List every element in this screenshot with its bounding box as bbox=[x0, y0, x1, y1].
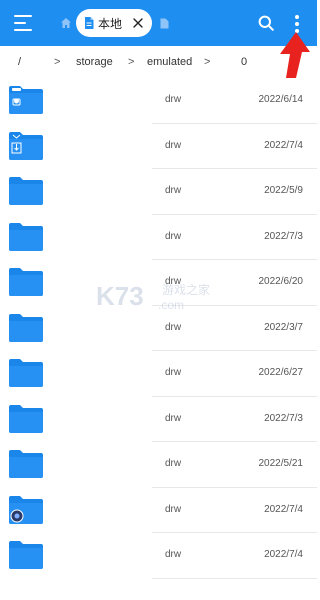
file-permission: drw bbox=[165, 185, 182, 196]
search-icon[interactable] bbox=[258, 15, 274, 31]
k73-logo: K73 游戏之家 .com bbox=[96, 281, 210, 312]
breadcrumb-current[interactable]: 0 bbox=[241, 56, 247, 68]
breadcrumb: / > storage > emulated > 0 bbox=[0, 46, 317, 78]
file-permission: drw bbox=[165, 367, 182, 378]
file-date: 2022/7/3 bbox=[264, 230, 303, 242]
breadcrumb-separator: > bbox=[204, 56, 211, 68]
file-row[interactable]: drw 2022/6/14 bbox=[0, 78, 317, 124]
file-permission: drw bbox=[165, 321, 182, 333]
file-row[interactable]: drw 2022/5/9 bbox=[0, 169, 317, 215]
folder-icon bbox=[9, 495, 43, 524]
folder-icon bbox=[9, 177, 43, 205]
file-date: 2022/7/4 bbox=[264, 503, 303, 515]
file-date: 2022/7/4 bbox=[264, 139, 303, 151]
file-permission: drw bbox=[165, 458, 182, 469]
watermark-brand: K73 bbox=[96, 281, 144, 311]
breadcrumb-separator: > bbox=[128, 56, 135, 68]
file-permission: drw bbox=[165, 503, 182, 515]
file-list: drw 2022/6/14 drw 2022/7/4 drw 2022/5/9 drw 202… bbox=[0, 78, 317, 579]
document-icon bbox=[85, 17, 94, 29]
file-permission: drw bbox=[165, 412, 182, 424]
file-permission: drw bbox=[165, 94, 182, 105]
menu-icon[interactable] bbox=[14, 15, 32, 31]
tab-label: 本地 bbox=[98, 16, 123, 31]
folder-icon bbox=[9, 313, 43, 342]
document-tab-icon[interactable] bbox=[160, 18, 169, 29]
file-row[interactable]: drw 2022/7/4 bbox=[0, 124, 317, 169]
folder-icon bbox=[9, 450, 43, 478]
watermark-sub: 游戏之家 bbox=[162, 282, 210, 297]
file-row[interactable]: drw 2022/7/3 bbox=[0, 215, 317, 260]
close-icon[interactable] bbox=[132, 17, 144, 29]
folder-icon bbox=[9, 86, 43, 114]
file-date: 2022/5/21 bbox=[258, 458, 304, 469]
file-date: 2022/7/3 bbox=[264, 412, 303, 424]
file-row[interactable]: drw 2022/7/4 bbox=[0, 488, 317, 533]
folder-icon bbox=[9, 404, 43, 433]
file-date: 2022/3/7 bbox=[264, 321, 303, 333]
breadcrumb-storage[interactable]: storage bbox=[76, 56, 113, 68]
file-permission: drw bbox=[165, 549, 182, 560]
home-icon[interactable] bbox=[60, 17, 72, 29]
watermark: K73 游戏之家 .com bbox=[96, 280, 226, 314]
folder-icon bbox=[9, 131, 43, 160]
file-permission: drw bbox=[165, 230, 182, 242]
breadcrumb-root[interactable]: / bbox=[18, 56, 21, 68]
folder-icon bbox=[9, 541, 43, 569]
file-date: 2022/5/9 bbox=[264, 185, 303, 196]
breadcrumb-emulated[interactable]: emulated bbox=[147, 56, 192, 68]
file-date: 2022/6/14 bbox=[258, 94, 304, 105]
file-date: 2022/6/20 bbox=[258, 276, 304, 287]
watermark-domain: .com bbox=[158, 298, 184, 312]
file-row[interactable]: drw 2022/6/27 bbox=[0, 351, 317, 397]
folder-icon bbox=[9, 268, 43, 296]
file-date: 2022/6/27 bbox=[258, 367, 304, 378]
breadcrumb-separator: > bbox=[54, 56, 61, 68]
folder-icon bbox=[9, 222, 43, 251]
row-divider bbox=[152, 577, 317, 579]
file-row[interactable]: drw 2022/7/4 bbox=[0, 533, 317, 579]
file-row[interactable]: drw 2022/7/3 bbox=[0, 397, 317, 442]
file-permission: drw bbox=[165, 139, 182, 151]
tab-local[interactable]: 本地 bbox=[76, 9, 152, 37]
more-options-icon[interactable] bbox=[294, 14, 300, 34]
file-date: 2022/7/4 bbox=[264, 549, 303, 560]
folder-icon bbox=[9, 359, 43, 387]
file-row[interactable]: drw 2022/5/21 bbox=[0, 442, 317, 488]
